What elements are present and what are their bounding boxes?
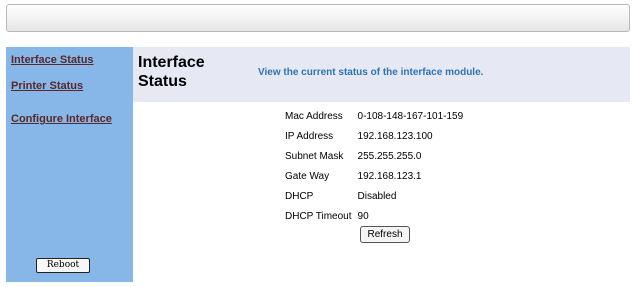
status-row-mac-address: Mac Address 0-108-148-167-101-159: [285, 106, 469, 126]
mac-address-label: Mac Address: [285, 110, 343, 122]
nav-link-printer-status[interactable]: Printer Status: [11, 80, 83, 92]
sidebar: Interface Status Printer Status Configur…: [6, 47, 133, 282]
top-bar: [6, 4, 630, 32]
status-row-ip-address: IP Address 192.168.123.100: [285, 126, 469, 146]
subnet-mask-value: 255.255.255.0: [357, 150, 422, 162]
dhcp-timeout-label: DHCP Timeout: [285, 210, 352, 222]
status-row-dhcp: DHCP Disabled: [285, 186, 469, 206]
reboot-button[interactable]: Reboot: [36, 258, 90, 273]
status-row-dhcp-timeout: DHCP Timeout 90: [285, 206, 469, 226]
page-description: View the current status of the interface…: [258, 67, 484, 78]
gate-way-value: 192.168.123.1: [357, 170, 422, 182]
page-title: Interface Status: [138, 54, 205, 90]
refresh-button[interactable]: Refresh: [360, 226, 410, 243]
ip-address-label: IP Address: [285, 130, 334, 142]
gate-way-label: Gate Way: [285, 170, 330, 182]
nav-link-configure-interface[interactable]: Configure Interface: [11, 113, 112, 125]
dhcp-timeout-value: 90: [357, 210, 369, 222]
dhcp-value: Disabled: [357, 190, 397, 202]
status-row-gate-way: Gate Way 192.168.123.1: [285, 166, 469, 186]
ip-address-value: 192.168.123.100: [357, 130, 433, 142]
status-row-subnet-mask: Subnet Mask 255.255.255.0: [285, 146, 469, 166]
page-header: Interface Status View the current status…: [133, 47, 630, 102]
nav-link-interface-status[interactable]: Interface Status: [11, 54, 94, 66]
dhcp-label: DHCP: [285, 190, 314, 202]
mac-address-value: 0-108-148-167-101-159: [357, 110, 464, 122]
subnet-mask-label: Subnet Mask: [285, 150, 344, 162]
status-table: Mac Address 0-108-148-167-101-159 IP Add…: [285, 106, 469, 226]
